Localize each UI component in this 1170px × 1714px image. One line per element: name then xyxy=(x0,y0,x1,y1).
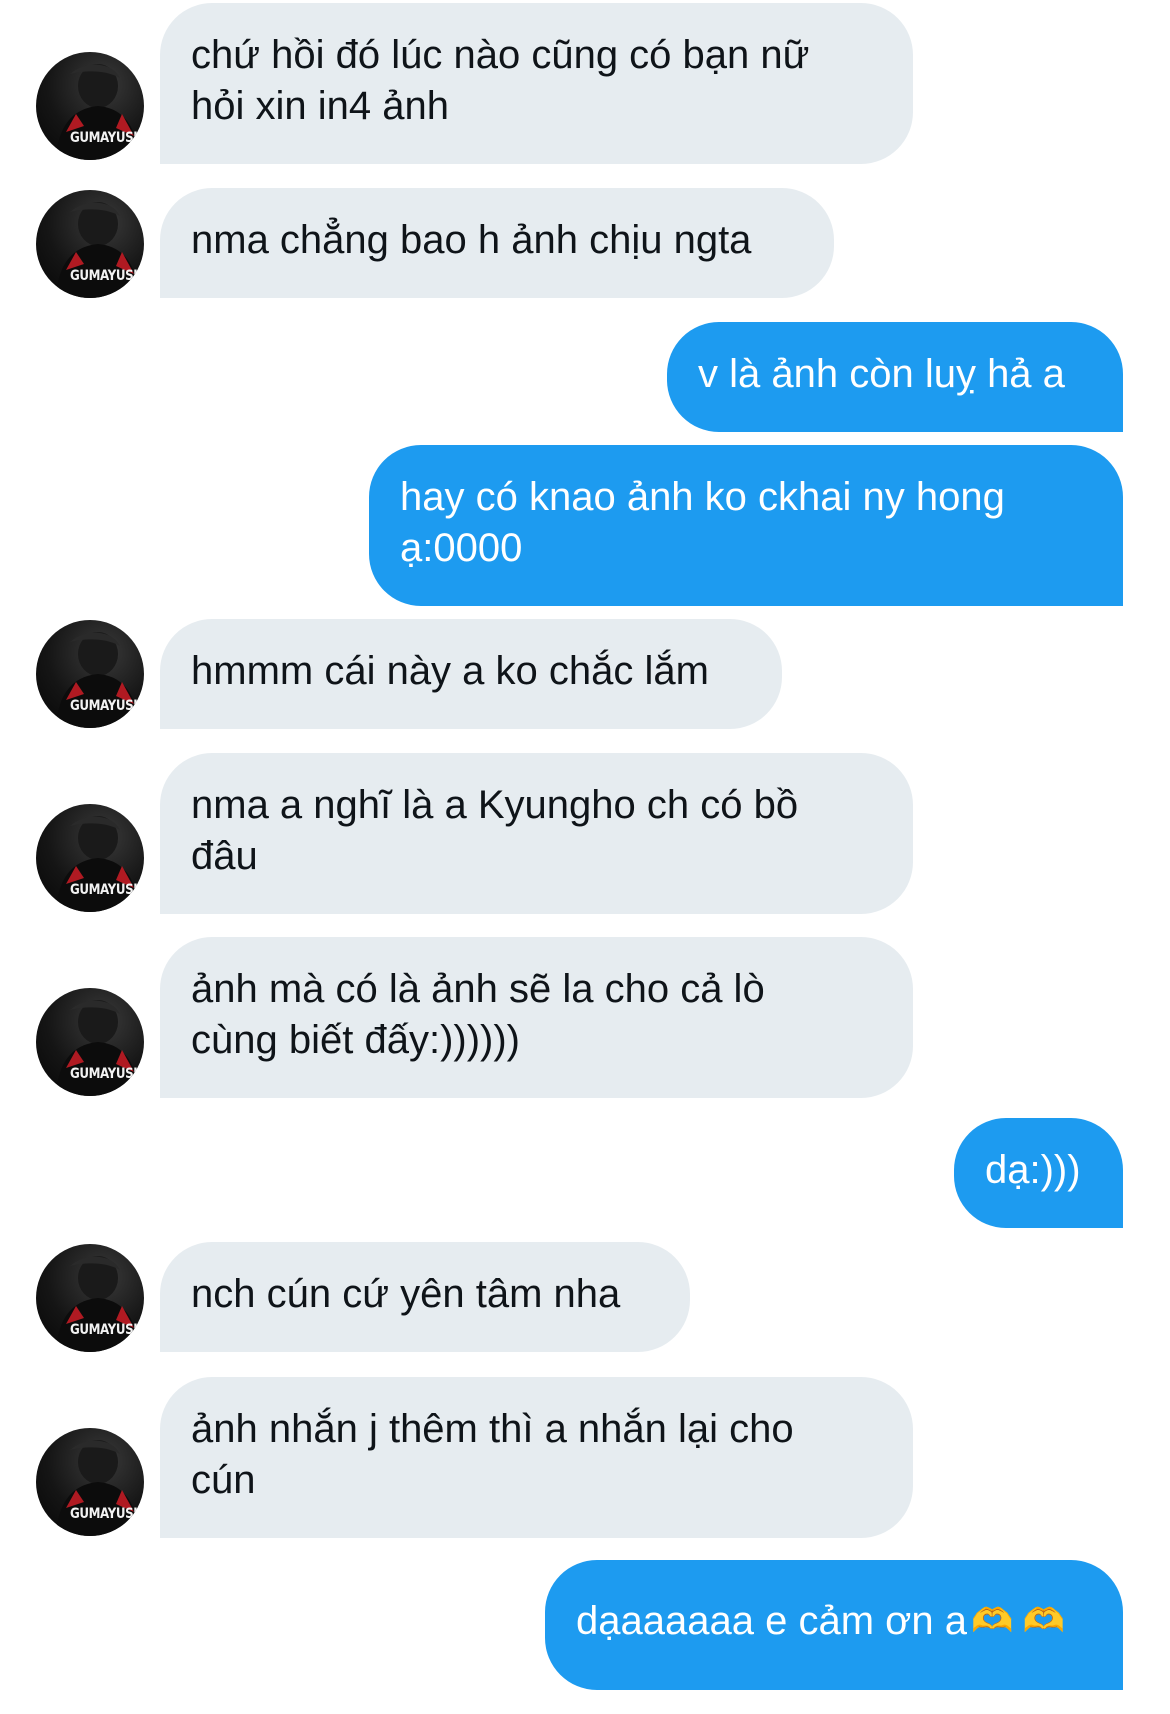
message-text: dạ:))) xyxy=(985,1148,1081,1192)
message-bubble-incoming[interactable]: ảnh mà có là ảnh sẽ la cho cả lò cùng bi… xyxy=(160,937,913,1098)
avatar-label: GUMAYUSI xyxy=(70,1066,138,1082)
avatar-label: GUMAYUSI xyxy=(70,268,138,284)
avatar[interactable]: GUMAYUSI xyxy=(36,988,144,1096)
message-bubble-incoming[interactable]: nch cún cứ yên tâm nha xyxy=(160,1242,690,1352)
avatar-label: GUMAYUSI xyxy=(70,130,138,146)
message-bubble-incoming[interactable]: nma chẳng bao h ảnh chịu ngta xyxy=(160,188,834,298)
avatar[interactable]: GUMAYUSI xyxy=(36,620,144,728)
avatar-label: GUMAYUSI xyxy=(70,1506,138,1522)
message-bubble-incoming[interactable]: ảnh nhắn j thêm thì a nhắn lại cho cún xyxy=(160,1377,913,1538)
message-text: cún xyxy=(191,1458,256,1502)
message-bubble-incoming[interactable]: nma a nghĩ là a Kyungho ch có bồ đâu xyxy=(160,753,913,914)
message-text: v là ảnh còn luỵ hả a xyxy=(698,352,1065,396)
avatar-label: GUMAYUSI xyxy=(70,1322,138,1338)
message-bubble-outgoing[interactable]: dạaaaaaa e cảm ơn a 🫶 🫶 xyxy=(545,1560,1123,1690)
message-bubble-outgoing[interactable]: v là ảnh còn luỵ hả a xyxy=(667,322,1123,432)
message-bubble-incoming[interactable]: hmmm cái này a ko chắc lắm xyxy=(160,619,782,729)
message-text: chứ hồi đó lúc nào cũng có bạn nữ xyxy=(191,33,810,77)
message-text: dạaaaaaa e cảm ơn a 🫶 🫶 xyxy=(576,1596,1092,1647)
message-text: hay có knao ảnh ko ckhai ny hong xyxy=(400,475,1005,519)
message-text: nma chẳng bao h ảnh chịu ngta xyxy=(191,218,752,262)
message-text: ảnh mà có là ảnh sẽ la cho cả lò xyxy=(191,967,765,1011)
message-text: ảnh nhắn j thêm thì a nhắn lại cho xyxy=(191,1407,794,1451)
heart-hands-emoji-icon: 🫶 🫶 xyxy=(970,1602,1066,1640)
message-text: cùng biết đấy:)))))) xyxy=(191,1018,520,1062)
message-bubble-outgoing[interactable]: hay có knao ảnh ko ckhai ny hong ạ:0000 xyxy=(369,445,1123,606)
message-thread: GUMAYUSI chứ hồi đó lúc nào cũng có bạn … xyxy=(0,0,1170,1714)
message-text: nma a nghĩ là a Kyungho ch có bồ xyxy=(191,783,799,827)
avatar[interactable]: GUMAYUSI xyxy=(36,1244,144,1352)
message-bubble-incoming[interactable]: chứ hồi đó lúc nào cũng có bạn nữ hỏi xi… xyxy=(160,3,913,164)
avatar[interactable]: GUMAYUSI xyxy=(36,52,144,160)
message-text: hỏi xin in4 ảnh xyxy=(191,84,449,128)
avatar[interactable]: GUMAYUSI xyxy=(36,804,144,912)
message-bubble-outgoing[interactable]: dạ:))) xyxy=(954,1118,1123,1228)
avatar-label: GUMAYUSI xyxy=(70,698,138,714)
message-text: đâu xyxy=(191,834,258,878)
message-text: nch cún cứ yên tâm nha xyxy=(191,1272,621,1316)
message-text: hmmm cái này a ko chắc lắm xyxy=(191,649,709,693)
message-text-content: dạaaaaaa e cảm ơn a xyxy=(576,1599,967,1643)
avatar[interactable]: GUMAYUSI xyxy=(36,1428,144,1536)
avatar[interactable]: GUMAYUSI xyxy=(36,190,144,298)
avatar-label: GUMAYUSI xyxy=(70,882,138,898)
message-text: ạ:0000 xyxy=(400,526,523,570)
